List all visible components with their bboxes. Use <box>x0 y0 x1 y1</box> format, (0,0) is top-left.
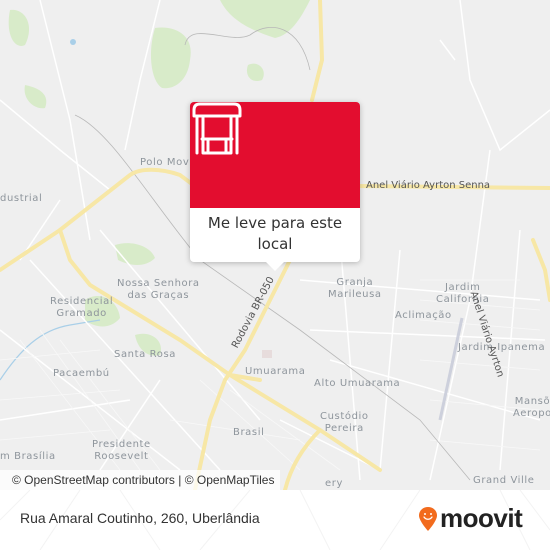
popup-header <box>190 102 360 208</box>
address-text: Rua Amaral Coutinho, 260, Uberlândia <box>20 510 260 526</box>
place-label: Presidente Roosevelt <box>92 439 151 463</box>
bus-stop-icon <box>192 102 242 155</box>
place-label-line: Gramado <box>56 308 107 319</box>
park-area <box>8 9 30 46</box>
place-label: Grand Ville <box>473 475 535 486</box>
airport-runway <box>438 317 464 421</box>
moovit-pin-icon <box>419 506 437 531</box>
place-label: Custódio Pereira <box>320 411 369 435</box>
park-area <box>24 85 47 109</box>
location-popup[interactable]: Me leve para este local <box>190 102 360 271</box>
place-label-line: Custódio <box>320 411 369 422</box>
place-label-line: Presidente <box>92 439 151 450</box>
navigate-here-label[interactable]: Me leve para este local <box>190 208 360 255</box>
place-label-line: Marileusa <box>328 289 382 300</box>
place-label-line: Jardim <box>445 282 481 293</box>
railway <box>184 27 311 71</box>
place-label-line: Nossa Senhora <box>117 278 200 289</box>
place-label-line: Aeropo <box>513 408 550 419</box>
place-label-line: das Graças <box>127 290 190 301</box>
park-area <box>246 63 264 82</box>
place-label-line: Roosevelt <box>94 451 149 462</box>
place-label: Polo Mov <box>140 157 190 168</box>
place-label: Mansõ Aeropo <box>513 396 550 420</box>
place-label-line: Mansõ <box>514 396 550 407</box>
place-label: Alto Umuarama <box>314 378 401 389</box>
park-area <box>150 27 191 89</box>
place-label: m Brasília <box>0 451 56 462</box>
place-label-line: Granja <box>336 277 374 288</box>
place-label-line: Pereira <box>324 423 364 434</box>
place-label-line: Residencial <box>50 296 114 307</box>
place-label: Pacaembú <box>53 368 110 379</box>
map-view[interactable]: Polo Mov dustrial Nossa Senhora das Graç… <box>0 0 550 490</box>
place-label: Brasil <box>233 427 265 438</box>
road-label: Anel Viário Ayrton Senna <box>366 180 491 191</box>
popup-pointer <box>266 262 284 271</box>
park-area <box>220 0 310 38</box>
place-label: Granja Marileusa <box>328 277 382 301</box>
building-block <box>262 350 272 358</box>
place-label: Umuarama <box>245 366 306 377</box>
place-label: Nossa Senhora das Graças <box>117 278 200 302</box>
place-label: dustrial <box>0 193 43 204</box>
place-label: Jardim Ipanema <box>458 342 546 353</box>
map-attribution[interactable]: © OpenStreetMap contributors | © OpenMap… <box>0 470 281 490</box>
moovit-logo[interactable]: moovit <box>418 503 523 534</box>
place-label: Residencial Gramado <box>50 296 113 320</box>
place-label: ery <box>325 478 343 489</box>
brand-name: moovit <box>440 503 523 533</box>
place-label: Santa Rosa <box>114 349 176 360</box>
place-label: Aclimação <box>395 310 452 321</box>
water-pond <box>70 39 76 45</box>
